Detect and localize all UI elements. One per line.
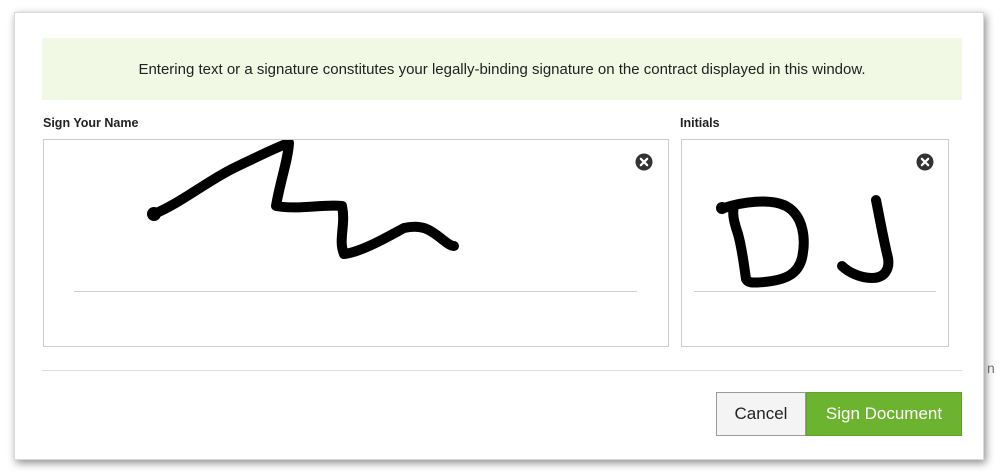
initials-stroke: [716, 195, 894, 288]
legal-notice-text: Entering text or a signature constitutes…: [138, 60, 866, 78]
legal-notice: Entering text or a signature constitutes…: [42, 38, 962, 100]
initials-label: Initials: [680, 116, 720, 130]
screen: n Entering text or a signature constitut…: [0, 0, 1007, 473]
signature-baseline: [74, 291, 637, 292]
background-page-text: n: [987, 360, 995, 376]
sign-document-button[interactable]: Sign Document: [806, 392, 962, 436]
background-page: [985, 0, 1007, 473]
signature-stroke: [147, 140, 459, 259]
signature-pad[interactable]: [43, 139, 669, 347]
clear-signature-icon[interactable]: [635, 153, 653, 171]
footer-divider: [42, 370, 962, 371]
initials-baseline: [694, 291, 936, 292]
signature-label: Sign Your Name: [43, 116, 139, 130]
signature-dialog: Entering text or a signature constitutes…: [14, 12, 984, 460]
cancel-button[interactable]: Cancel: [716, 392, 806, 436]
initials-pad[interactable]: [681, 139, 949, 347]
clear-initials-icon[interactable]: [916, 153, 934, 171]
